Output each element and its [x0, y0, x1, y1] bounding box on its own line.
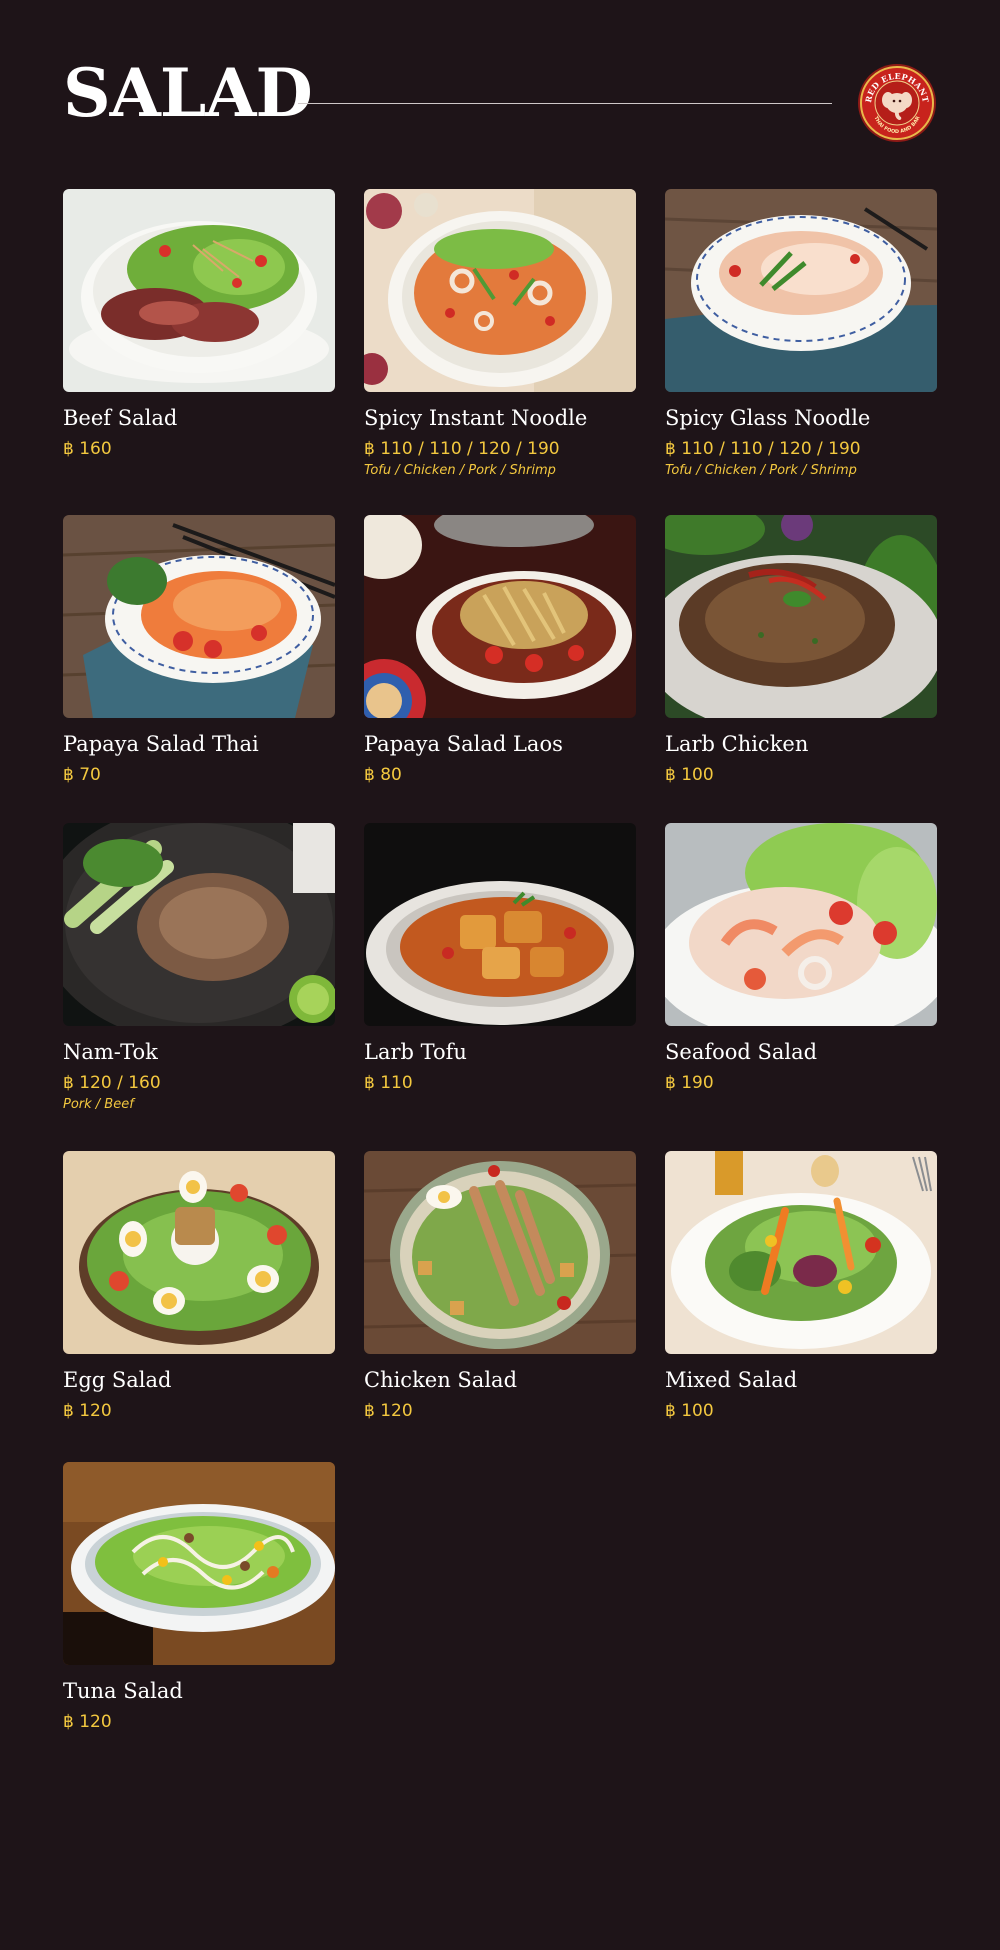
- menu-item-variants: Pork / Beef: [63, 1096, 134, 1112]
- menu-item-larb-chicken[interactable]: Larb Chicken ฿ 100: [665, 515, 937, 786]
- menu-item-price: ฿ 110 / 110 / 120 / 190: [364, 439, 560, 460]
- menu-item-name: Papaya Salad Thai: [63, 732, 259, 756]
- menu-item-price: ฿ 120: [63, 1401, 112, 1422]
- menu-item-egg-salad[interactable]: Egg Salad ฿ 120: [63, 1151, 335, 1422]
- menu-item-price: ฿ 190: [665, 1073, 714, 1094]
- menu-item-name: Egg Salad: [63, 1368, 172, 1392]
- menu-item-variants: Tofu / Chicken / Pork / Shrimp: [665, 462, 857, 478]
- menu-item-seafood-salad[interactable]: Seafood Salad ฿ 190: [665, 823, 937, 1094]
- larb-tofu-photo: [364, 823, 636, 1026]
- menu-item-price: ฿ 100: [665, 765, 714, 786]
- menu-item-name: Mixed Salad: [665, 1368, 798, 1392]
- menu-item-beef-salad[interactable]: Beef Salad ฿ 160: [63, 189, 335, 460]
- mixed-salad-photo: [665, 1151, 937, 1354]
- chicken-salad-photo: [364, 1151, 636, 1354]
- menu-item-name: Beef Salad: [63, 406, 178, 430]
- menu-item-price: ฿ 100: [665, 1401, 714, 1422]
- menu-item-name: Spicy Instant Noodle: [364, 406, 588, 430]
- restaurant-logo: RED ELEPHANT THAI FOOD AND BAR: [857, 63, 937, 143]
- menu-item-name: Papaya Salad Laos: [364, 732, 563, 756]
- menu-item-name: Spicy Glass Noodle: [665, 406, 871, 430]
- menu-item-name: Larb Tofu: [364, 1040, 467, 1064]
- menu-item-spicy-instant-noodle[interactable]: Spicy Instant Noodle ฿ 110 / 110 / 120 /…: [364, 189, 636, 478]
- larb-chicken-photo: [665, 515, 937, 718]
- menu-item-mixed-salad[interactable]: Mixed Salad ฿ 100: [665, 1151, 937, 1422]
- menu-item-name: Nam-Tok: [63, 1040, 158, 1064]
- menu-item-larb-tofu[interactable]: Larb Tofu ฿ 110: [364, 823, 636, 1094]
- menu-item-papaya-salad-thai[interactable]: Papaya Salad Thai ฿ 70: [63, 515, 335, 786]
- papaya-salad-laos-photo: [364, 515, 636, 718]
- menu-item-nam-tok[interactable]: Nam-Tok ฿ 120 / 160 Pork / Beef: [63, 823, 335, 1112]
- page-header: SALAD RED ELEPHANT THAI FOOD AND BAR: [0, 0, 1000, 170]
- menu-item-variants: Tofu / Chicken / Pork / Shrimp: [364, 462, 556, 478]
- menu-item-chicken-salad[interactable]: Chicken Salad ฿ 120: [364, 1151, 636, 1422]
- menu-item-price: ฿ 120 / 160: [63, 1073, 161, 1094]
- menu-item-price: ฿ 110: [364, 1073, 413, 1094]
- menu-item-price: ฿ 120: [63, 1712, 112, 1733]
- title-divider: [298, 103, 832, 104]
- menu-item-papaya-salad-laos[interactable]: Papaya Salad Laos ฿ 80: [364, 515, 636, 786]
- menu-item-price: ฿ 80: [364, 765, 402, 786]
- menu-item-tuna-salad[interactable]: Tuna Salad ฿ 120: [63, 1462, 335, 1733]
- egg-salad-photo: [63, 1151, 335, 1354]
- menu-item-price: ฿ 110 / 110 / 120 / 190: [665, 439, 861, 460]
- menu-item-price: ฿ 120: [364, 1401, 413, 1422]
- beef-salad-photo: [63, 189, 335, 392]
- menu-item-name: Chicken Salad: [364, 1368, 518, 1392]
- seafood-salad-photo: [665, 823, 937, 1026]
- menu-item-price: ฿ 160: [63, 439, 112, 460]
- menu-item-name: Tuna Salad: [63, 1679, 183, 1703]
- spicy-instant-noodle-photo: [364, 189, 636, 392]
- page-title: SALAD: [63, 54, 313, 132]
- nam-tok-photo: [63, 823, 335, 1026]
- menu-item-name: Seafood Salad: [665, 1040, 818, 1064]
- menu-item-spicy-glass-noodle[interactable]: Spicy Glass Noodle ฿ 110 / 110 / 120 / 1…: [665, 189, 937, 478]
- menu-item-name: Larb Chicken: [665, 732, 809, 756]
- papaya-salad-thai-photo: [63, 515, 335, 718]
- spicy-glass-noodle-photo: [665, 189, 937, 392]
- tuna-salad-photo: [63, 1462, 335, 1665]
- menu-item-price: ฿ 70: [63, 765, 101, 786]
